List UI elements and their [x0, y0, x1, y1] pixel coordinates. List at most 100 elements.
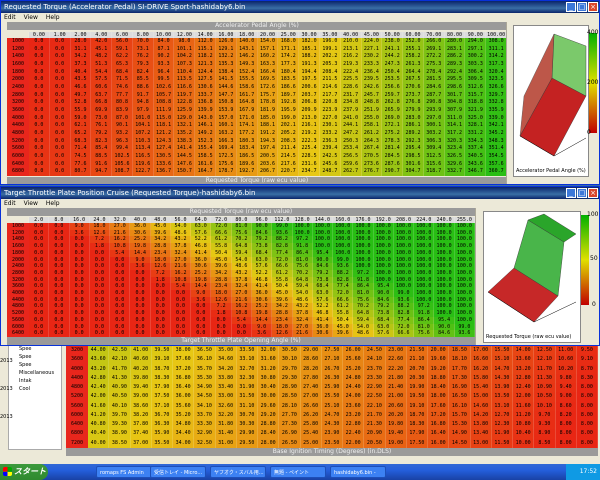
- table-cell[interactable]: 25.00: [300, 438, 322, 448]
- table-cell[interactable]: 102.5: [112, 152, 133, 161]
- table-cell[interactable]: 0.0: [110, 323, 131, 331]
- table-cell[interactable]: 107.3: [174, 60, 196, 69]
- table-cell[interactable]: 52.2: [252, 269, 273, 277]
- table-cell[interactable]: 100.0: [414, 276, 435, 284]
- table-cell[interactable]: 61.2: [211, 236, 232, 244]
- table-cell[interactable]: 96.3: [112, 137, 133, 146]
- table-cell[interactable]: 30.50: [279, 346, 301, 356]
- table-cell[interactable]: 22.40: [343, 429, 365, 439]
- table-cell[interactable]: 317.2: [444, 129, 466, 138]
- table-cell[interactable]: 0.0: [150, 310, 171, 317]
- table-cell[interactable]: 3.6: [252, 330, 273, 337]
- table-cell[interactable]: 259.6: [340, 160, 362, 169]
- table-cell[interactable]: 0.0: [69, 263, 90, 270]
- table-cell[interactable]: 280.0: [444, 38, 466, 46]
- table-cell[interactable]: 0.0: [130, 290, 151, 297]
- table-cell[interactable]: 29.00: [300, 346, 322, 356]
- table-cell[interactable]: 0.0: [231, 323, 252, 331]
- table-cell[interactable]: 144.5: [174, 152, 196, 161]
- torque-table[interactable]: Accelerator Pedal Angle (%) 0.00 1.00 2.00…: [7, 22, 507, 184]
- table-cell[interactable]: 0.0: [49, 276, 70, 284]
- table-cell[interactable]: 34.10: [194, 401, 216, 411]
- table-cell[interactable]: 149.3: [236, 60, 258, 69]
- table-cell[interactable]: 0.0: [130, 296, 151, 304]
- table-cell[interactable]: 161.7: [236, 91, 258, 100]
- table-cell[interactable]: 0.0: [29, 76, 50, 84]
- table-cell[interactable]: 239.4: [319, 145, 341, 153]
- table-cell[interactable]: 0.0: [49, 269, 70, 277]
- table-cell[interactable]: 18.0: [211, 290, 232, 297]
- table-cell[interactable]: 27.0: [110, 223, 131, 230]
- table-cell[interactable]: 141.4: [174, 145, 196, 153]
- table-cell[interactable]: 304.7: [403, 168, 424, 176]
- table-cell[interactable]: 1.8: [150, 276, 171, 284]
- table-cell[interactable]: 208.3: [278, 137, 300, 146]
- table-cell[interactable]: 354.5: [486, 152, 507, 161]
- table-cell[interactable]: 31.00: [215, 438, 237, 448]
- table-cell[interactable]: 0.0: [29, 316, 50, 324]
- table-cell[interactable]: 10.20: [555, 364, 577, 374]
- table-cell[interactable]: 7.2: [89, 236, 111, 244]
- table-cell[interactable]: 0.0: [29, 83, 50, 92]
- table-cell[interactable]: 100.0: [454, 256, 475, 264]
- table-cell[interactable]: 48.6: [231, 263, 252, 270]
- table-cell[interactable]: 111.9: [153, 106, 175, 115]
- table-cell[interactable]: 19.20: [428, 364, 450, 374]
- table-cell[interactable]: 32.60: [215, 401, 237, 411]
- table-cell[interactable]: 100.0: [434, 303, 455, 311]
- table-cell[interactable]: 56.0: [112, 38, 133, 46]
- table-cell[interactable]: 337.4: [465, 145, 487, 153]
- table-cell[interactable]: 0.0: [29, 223, 50, 230]
- table-cell[interactable]: 267.4: [361, 145, 383, 153]
- table-cell[interactable]: 17.20: [428, 410, 450, 421]
- table-cell[interactable]: 21.6: [110, 229, 131, 237]
- table-cell[interactable]: 100.0: [454, 276, 475, 284]
- table-cell[interactable]: 88.2: [333, 269, 354, 277]
- table-cell[interactable]: 160.2: [257, 53, 279, 61]
- table-cell[interactable]: 253.5: [382, 76, 404, 84]
- table-cell[interactable]: 31.80: [215, 420, 237, 430]
- table-cell[interactable]: 39.6: [272, 296, 293, 304]
- table-cell[interactable]: 132.2: [216, 53, 237, 61]
- table-cell[interactable]: 214.5: [278, 152, 300, 161]
- ignition-table[interactable]: 3200 44.00 42.50 41.00 39.50 38.00 36.50 35.00 3…: [66, 346, 598, 456]
- table-cell[interactable]: 23.20: [343, 410, 365, 421]
- table-cell[interactable]: 66.6: [393, 330, 415, 337]
- table-cell[interactable]: 99.0: [393, 290, 415, 297]
- table-cell[interactable]: 9.0: [191, 290, 212, 297]
- table-cell[interactable]: 351.4: [486, 145, 507, 153]
- table-cell[interactable]: 18.00: [428, 392, 450, 402]
- table-cell[interactable]: 222.4: [340, 68, 362, 77]
- table-cell[interactable]: 9.0: [252, 323, 273, 331]
- table-cell[interactable]: 85.4: [91, 145, 113, 153]
- table-cell[interactable]: 278.3: [382, 137, 404, 146]
- table-cell[interactable]: 27.00: [300, 392, 322, 402]
- table-cell[interactable]: 143.0: [195, 114, 217, 123]
- table-cell[interactable]: 23.4: [150, 249, 171, 257]
- table-cell[interactable]: 93.6: [454, 330, 475, 337]
- table-cell[interactable]: 10.8: [231, 310, 252, 317]
- table-cell[interactable]: 86.4: [353, 283, 374, 291]
- table-cell[interactable]: 279.9: [403, 106, 424, 115]
- table-cell[interactable]: 0.0: [49, 76, 71, 84]
- table-cell[interactable]: 27.10: [321, 355, 343, 365]
- table-cell[interactable]: 21.70: [364, 410, 386, 421]
- table-cell[interactable]: 115.0: [153, 114, 175, 123]
- table-cell[interactable]: 93.6: [393, 296, 415, 304]
- table-cell[interactable]: 298.5: [403, 152, 424, 161]
- table-cell[interactable]: 334.3: [465, 137, 487, 146]
- table-cell[interactable]: 79.2: [91, 129, 113, 138]
- table-cell[interactable]: 0.0: [69, 269, 90, 277]
- table-cell[interactable]: 34.50: [194, 392, 216, 402]
- table-cell[interactable]: 241.1: [382, 45, 404, 54]
- table-cell[interactable]: 43.60: [88, 355, 110, 365]
- table-cell[interactable]: 124.3: [153, 137, 175, 146]
- table-cell[interactable]: 42.0: [91, 38, 113, 46]
- table-cell[interactable]: 258.1: [361, 122, 383, 130]
- table-cell[interactable]: 0.0: [130, 310, 151, 317]
- table-cell[interactable]: 55.9: [70, 106, 92, 115]
- table-cell[interactable]: 0.0: [29, 303, 50, 311]
- table-cell[interactable]: 0.0: [49, 256, 70, 264]
- table-cell[interactable]: 100.0: [353, 256, 374, 264]
- table-cell[interactable]: 0.0: [29, 129, 50, 138]
